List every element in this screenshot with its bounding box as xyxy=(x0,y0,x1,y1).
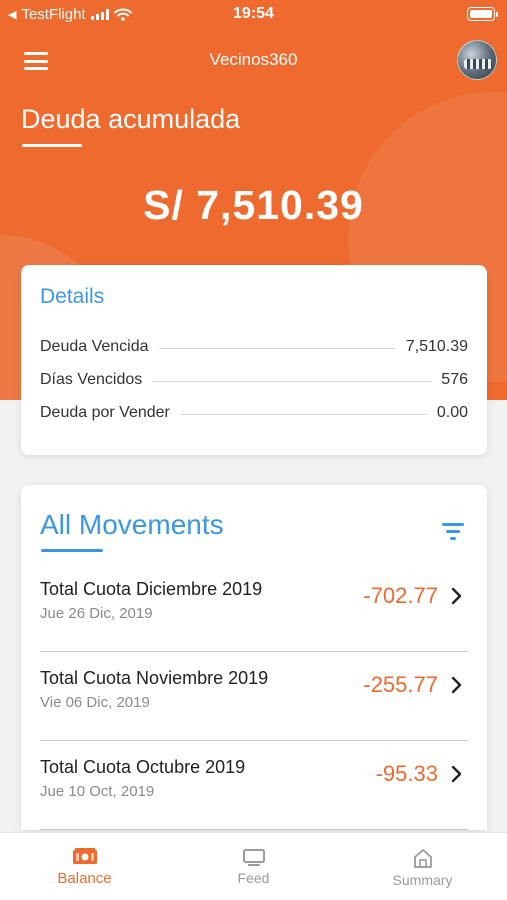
dotted-divider xyxy=(179,413,427,415)
movement-date: Jue 26 Dic, 2019 xyxy=(40,605,153,622)
battery-icon xyxy=(467,7,498,21)
movement-amount: -702.77 xyxy=(363,583,438,608)
tab-label: Balance xyxy=(57,870,112,887)
detail-label: Deuda Vencida xyxy=(40,338,149,355)
dotted-divider xyxy=(152,380,432,382)
card-icon xyxy=(242,849,265,866)
movement-name: Total Cuota Octubre 2019 xyxy=(40,757,246,777)
debt-title: Deuda acumulada xyxy=(21,104,241,134)
chevron-right-icon xyxy=(451,587,462,605)
list-item[interactable]: Total Cuota Octubre 2019 Jue 10 Oct, 201… xyxy=(40,741,468,830)
dotted-divider xyxy=(158,347,396,349)
detail-value: 0.00 xyxy=(436,404,468,421)
detail-value: 576 xyxy=(441,371,468,388)
detail-value: 7,510.39 xyxy=(405,338,468,355)
movement-amount: -95.33 xyxy=(375,761,438,786)
tab-label: Summary xyxy=(392,872,453,888)
movements-card: All Movements Total Cuota Diciembre 2019… xyxy=(21,485,487,830)
status-right xyxy=(467,7,498,21)
status-bar: ◀ TestFlight 19:54 xyxy=(0,0,507,30)
chevron-right-icon xyxy=(451,676,462,694)
movements-title: All Movements xyxy=(40,509,224,540)
movements-underline xyxy=(41,549,103,552)
home-icon xyxy=(413,849,432,868)
tab-balance[interactable]: Balance xyxy=(0,833,169,900)
list-item[interactable]: Total Cuota Noviembre 2019 Vie 06 Dic, 2… xyxy=(40,652,468,741)
movement-date: Vie 06 Dic, 2019 xyxy=(40,694,150,711)
list-item[interactable]: Total Cuota Diciembre 2019 Jue 26 Dic, 2… xyxy=(40,563,468,652)
money-icon xyxy=(72,848,97,864)
tab-bar: Balance Feed Summary xyxy=(0,832,507,900)
detail-label: Días Vencidos xyxy=(40,371,143,388)
detail-row: Días Vencidos 576 xyxy=(40,371,468,389)
details-title: Details xyxy=(40,285,105,308)
title-underline xyxy=(22,144,82,147)
detail-row: Deuda Vencida 7,510.39 xyxy=(40,338,468,356)
movement-amount: -255.77 xyxy=(363,672,438,697)
tab-label: Feed xyxy=(237,870,270,886)
movement-name: Total Cuota Diciembre 2019 xyxy=(40,579,263,599)
movement-date: Jue 10 Oct, 2019 xyxy=(40,783,155,800)
filter-icon[interactable] xyxy=(442,523,464,540)
tab-summary[interactable]: Summary xyxy=(338,833,507,900)
avatar[interactable] xyxy=(457,40,497,80)
status-time: 19:54 xyxy=(233,5,274,22)
detail-row: Deuda por Vender 0.00 xyxy=(40,404,468,422)
tab-feed[interactable]: Feed xyxy=(169,833,338,900)
app-title: Vecinos360 xyxy=(209,50,298,69)
details-card: Details Deuda Vencida 7,510.39 Días Venc… xyxy=(21,265,487,455)
chevron-right-icon xyxy=(451,765,462,783)
detail-label: Deuda por Vender xyxy=(40,404,170,421)
movement-name: Total Cuota Noviembre 2019 xyxy=(40,668,269,688)
debt-amount: S/ 7,510.39 xyxy=(143,182,364,228)
